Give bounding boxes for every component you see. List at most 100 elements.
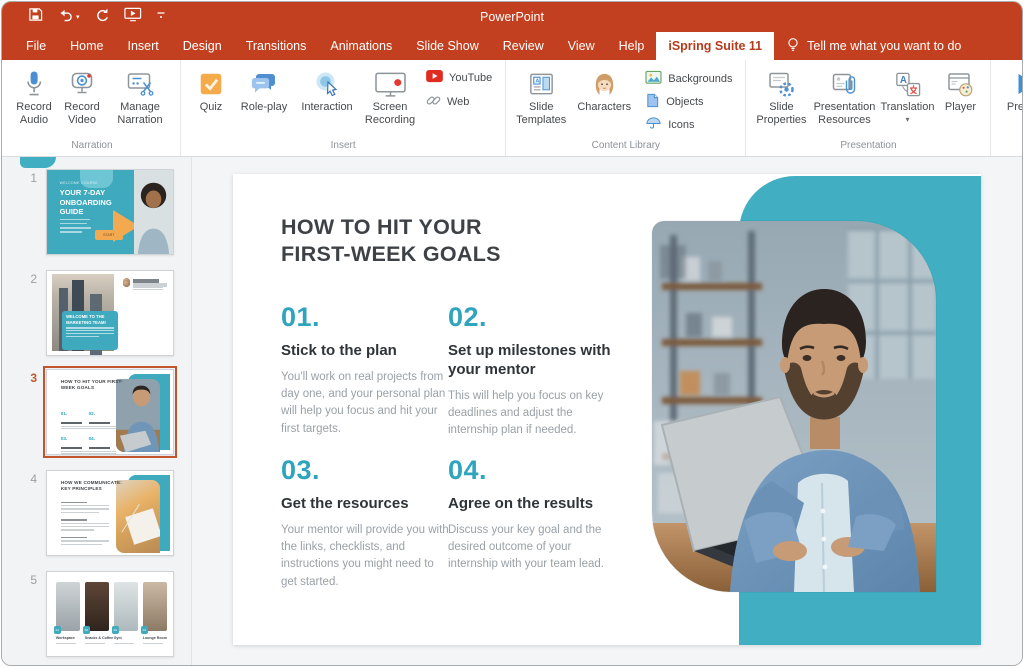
- tab-animations[interactable]: Animations: [318, 32, 404, 60]
- thumbnail-row-2: 2 WELCOME TO THE MARKETING TEAM!: [2, 270, 174, 356]
- current-slide-canvas[interactable]: HOW TO HIT YOUR FIRST-WEEK GOALS 01. Sti…: [233, 174, 981, 645]
- slide-templates-icon: A: [527, 67, 556, 101]
- interaction-button[interactable]: Interaction: [294, 67, 360, 114]
- microphone-icon: [19, 67, 49, 101]
- role-play-button[interactable]: Role-play: [236, 67, 292, 114]
- screen-recording-button[interactable]: Screen Recording: [362, 67, 418, 127]
- button-label: Player: [945, 101, 976, 114]
- button-label: Interaction: [301, 101, 352, 114]
- ribbon-group-narration: Record Audio Record Video Manage Narrati…: [4, 60, 181, 156]
- webcam-icon: [67, 67, 97, 101]
- button-label: Slide Templates: [513, 101, 569, 127]
- button-label: Slide Properties: [753, 101, 809, 127]
- thumb4-paragraph: [61, 517, 109, 532]
- goal-item-1[interactable]: 01. Stick to the plan You'll work on rea…: [281, 302, 449, 438]
- button-label: YouTube: [449, 72, 492, 84]
- thumb3-num-3: 03.: [61, 436, 67, 441]
- tab-design[interactable]: Design: [171, 32, 234, 60]
- thumb4-title: HOW WE COMMUNICATE: KEY PRINCIPLES: [61, 480, 127, 492]
- manage-narration-button[interactable]: Manage Narration: [107, 67, 173, 127]
- tell-me-box[interactable]: Tell me what you want to do: [774, 32, 973, 60]
- record-video-button[interactable]: Record Video: [59, 67, 105, 127]
- tab-insert[interactable]: Insert: [116, 32, 171, 60]
- translation-dropdown-icon: ▾: [905, 115, 909, 124]
- web-button[interactable]: Web: [426, 93, 492, 111]
- tab-help[interactable]: Help: [607, 32, 657, 60]
- preview-button[interactable]: Preview ▾: [998, 67, 1023, 124]
- quiz-button[interactable]: Quiz: [188, 67, 234, 114]
- thumb3-num-2: 02.: [89, 411, 95, 416]
- goal-item-3[interactable]: 03. Get the resources Your mentor will p…: [281, 455, 449, 591]
- backgrounds-button[interactable]: Backgrounds: [645, 70, 732, 88]
- slide-number: 2: [2, 270, 46, 356]
- slide-number-selected: 3: [2, 369, 46, 455]
- ribbon-group-content-library: A Slide Templates Characters Backgrounds…: [506, 60, 746, 156]
- slide-thumbnail-2[interactable]: WELCOME TO THE MARKETING TEAM!: [46, 270, 174, 356]
- resources-paperclip-icon: [829, 67, 859, 101]
- button-label: Web: [447, 96, 469, 108]
- thumbnail-row-5: 5 01 02 03 04 Workspace Snacks & Coffee …: [2, 571, 174, 657]
- thumb5-card-1: 01: [56, 582, 80, 631]
- slide-thumbnail-3-selected[interactable]: HOW TO HIT YOUR FIRST-WEEK GOALS 01. 02.…: [46, 369, 174, 455]
- button-label: Objects: [666, 96, 703, 108]
- decorative-blob: [80, 169, 113, 188]
- thumb5-badge-2: 02: [83, 626, 90, 634]
- slide-thumbnail-panel: 1 WELCOME COURSE YOUR 7-DAY ONBOARDING G…: [2, 157, 192, 666]
- ribbon-tab-bar: File Home Insert Design Transitions Anim…: [2, 32, 1022, 60]
- tab-view[interactable]: View: [556, 32, 607, 60]
- presentation-resources-button[interactable]: Presentation Resources: [811, 67, 877, 127]
- link-icon: [426, 93, 441, 111]
- slide-thumbnail-4[interactable]: HOW WE COMMUNICATE: KEY PRINCIPLES: [46, 470, 174, 556]
- thumb5-caption-4: Lounge Room: [143, 636, 167, 640]
- preview-play-icon: [1013, 67, 1023, 101]
- group-label-insert: Insert: [181, 138, 505, 156]
- item-number: 01.: [281, 302, 449, 333]
- slide-thumbnail-5[interactable]: 01 02 03 04 Workspace Snacks & Coffee Gy…: [46, 571, 174, 657]
- tab-ispring-suite-11[interactable]: iSpring Suite 11: [656, 32, 774, 60]
- slide-properties-button[interactable]: Slide Properties: [753, 67, 809, 127]
- thumb5-badge-4: 04: [141, 626, 148, 634]
- goal-item-4[interactable]: 04. Agree on the results Discuss your ke…: [448, 455, 616, 574]
- tab-home[interactable]: Home: [58, 32, 115, 60]
- goal-item-2[interactable]: 02. Set up milestones with your mentor T…: [448, 302, 616, 439]
- thumb3-item-3: 03.: [61, 427, 91, 455]
- character-face-icon: [590, 67, 619, 101]
- thumb5-caption-1: Workspace: [56, 636, 75, 640]
- powerpoint-window: PowerPoint ▾ File Home Insert Design: [1, 1, 1023, 666]
- scrolled-thumbnail-fragment: [20, 157, 56, 168]
- thumb5-caption-2: Snacks & Coffee: [85, 636, 113, 640]
- characters-button[interactable]: Characters: [571, 67, 637, 114]
- svg-text:A: A: [535, 78, 539, 84]
- item-body: This will help you focus on key deadline…: [448, 388, 616, 440]
- thumb3-item-4: 04.: [89, 427, 119, 455]
- tell-me-label: Tell me what you want to do: [807, 39, 961, 53]
- tab-review[interactable]: Review: [491, 32, 556, 60]
- insert-small-buttons: YouTube Web: [420, 67, 498, 111]
- tab-transitions[interactable]: Transitions: [234, 32, 319, 60]
- icons-button[interactable]: Icons: [645, 116, 732, 133]
- youtube-button[interactable]: YouTube: [426, 70, 492, 86]
- slide-templates-button[interactable]: A Slide Templates: [513, 67, 569, 127]
- player-button[interactable]: Player: [937, 67, 983, 114]
- tab-slide-show[interactable]: Slide Show: [404, 32, 491, 60]
- thumb1-kicker: WELCOME COURSE: [60, 181, 98, 185]
- interaction-pointer-icon: [312, 67, 342, 101]
- item-number: 04.: [448, 455, 616, 486]
- lightbulb-icon: [786, 37, 800, 55]
- slide-title[interactable]: HOW TO HIT YOUR FIRST-WEEK GOALS: [281, 214, 501, 267]
- tab-file[interactable]: File: [14, 32, 58, 60]
- record-audio-button[interactable]: Record Audio: [11, 67, 57, 127]
- thumbnail-row-4: 4 HOW WE COMMUNICATE: KEY PRINCIPLES: [2, 470, 174, 556]
- slide-photo-man-laptop: [652, 221, 936, 592]
- objects-button[interactable]: Objects: [645, 93, 732, 111]
- thumb5-badge-1: 01: [54, 626, 61, 634]
- chat-bubbles-icon: [249, 67, 279, 101]
- slide-thumbnail-1[interactable]: WELCOME COURSE YOUR 7-DAY ONBOARDING GUI…: [46, 169, 174, 255]
- slide-properties-icon: [766, 67, 796, 101]
- thumb2-people-list: [123, 277, 168, 279]
- film-scissors-icon: [125, 67, 155, 101]
- translation-button[interactable]: A Translation ▾: [879, 67, 935, 124]
- thumb2-teal-box: WELCOME TO THE MARKETING TEAM!: [62, 311, 117, 350]
- slide-title-line-1: HOW TO HIT YOUR: [281, 215, 482, 239]
- group-label-narration: Narration: [4, 138, 180, 156]
